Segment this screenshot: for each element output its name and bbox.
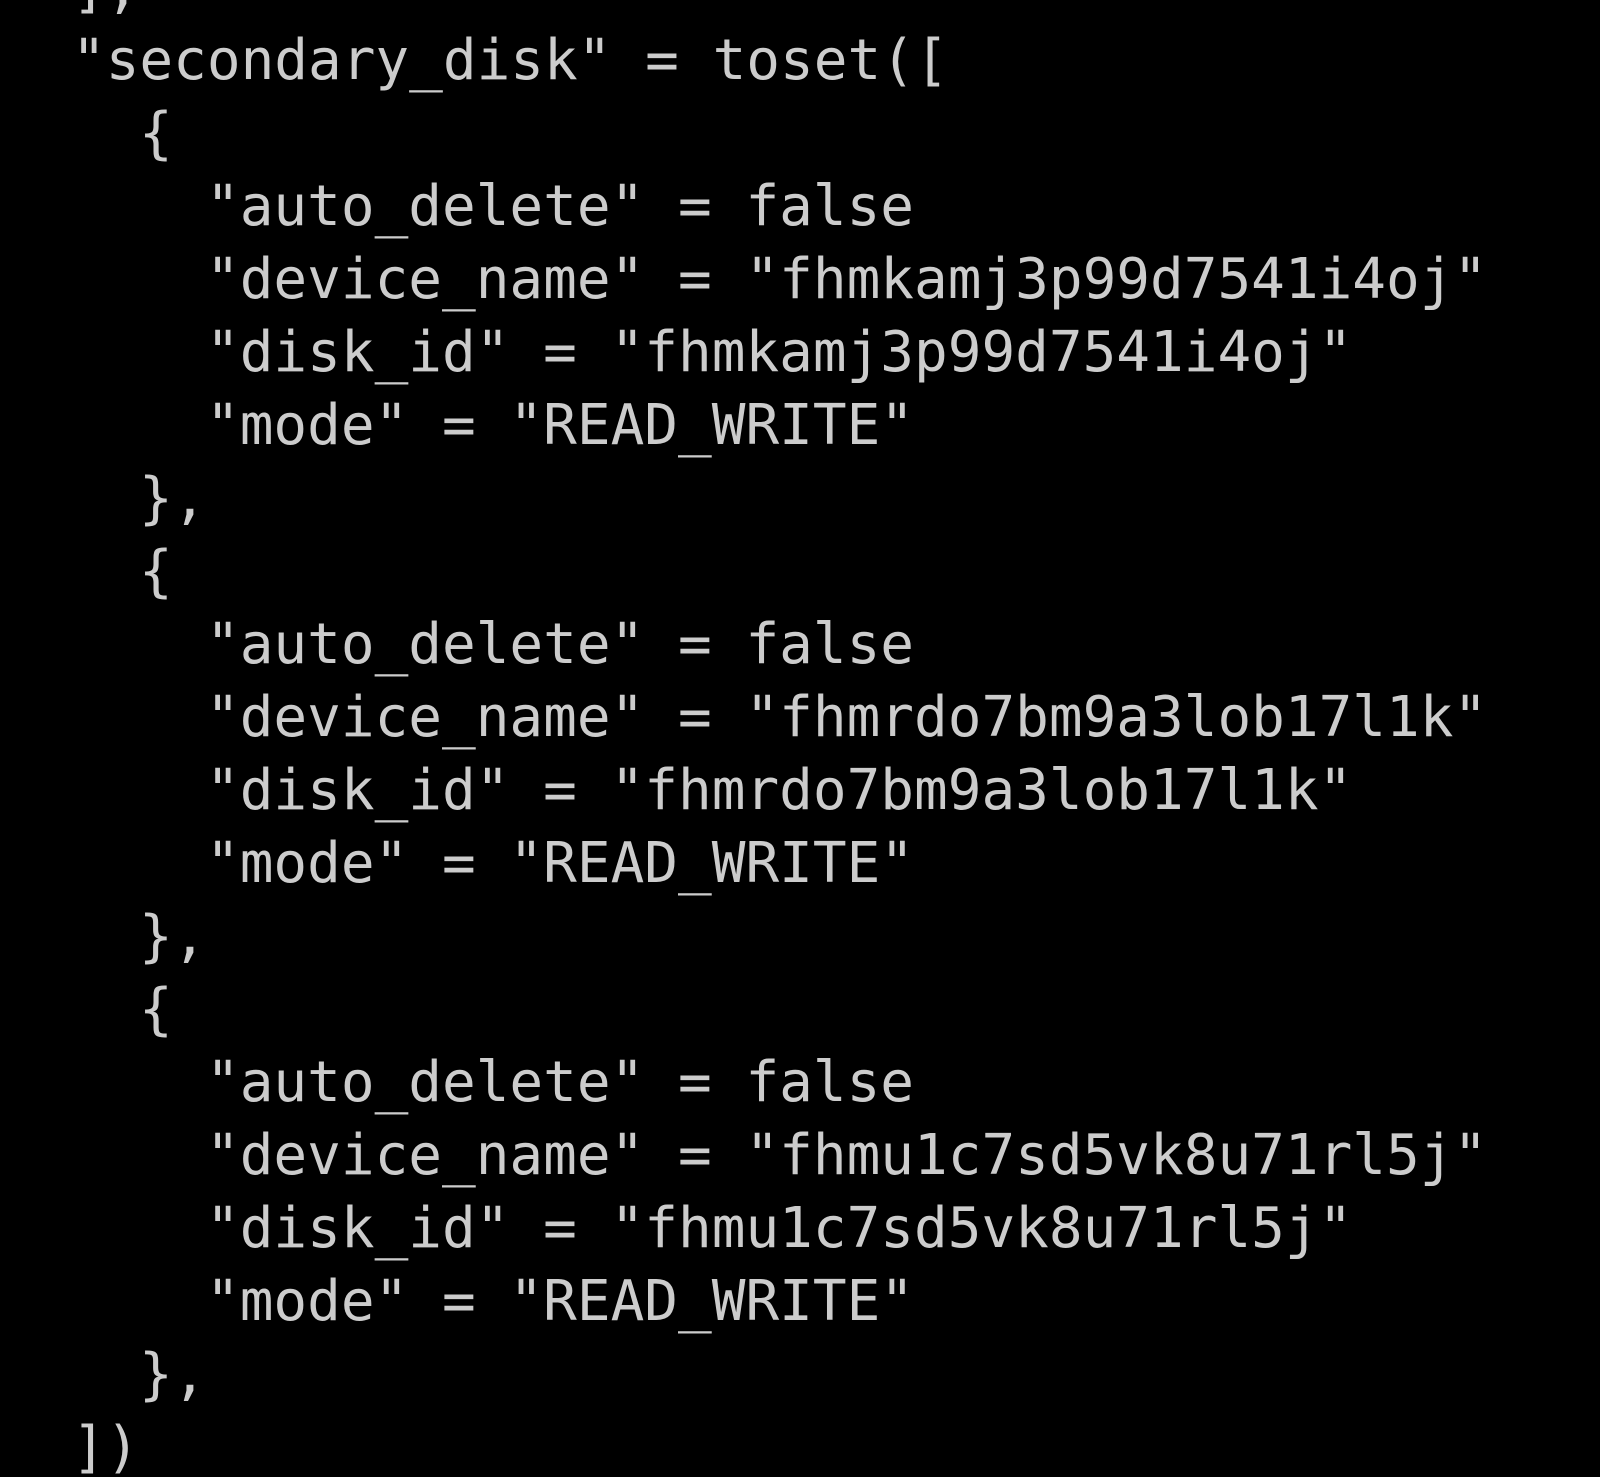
output-line-device-name: "device_name" = "fhmkamj3p99d7541i4oj" <box>206 247 1488 312</box>
output-line-device-name: "device_name" = "fhmrdo7bm9a3lob17l1k" <box>206 685 1488 750</box>
output-line-auto-delete: "auto_delete" = false <box>206 174 915 239</box>
output-line-secondary-disk: "secondary_disk" = toset([ <box>72 28 949 93</box>
output-line-close-brace: }, <box>139 466 207 531</box>
output-line-disk-id: "disk_id" = "fhmrdo7bm9a3lob17l1k" <box>206 758 1353 823</box>
output-line-open-brace: { <box>139 539 173 604</box>
output-line-mode: "mode" = "READ_WRITE" <box>206 1269 915 1334</box>
output-line-auto-delete: "auto_delete" = false <box>206 1050 915 1115</box>
output-line-open-brace: { <box>139 101 173 166</box>
output-line-device-name: "device_name" = "fhmu1c7sd5vk8u71rl5j" <box>206 1123 1488 1188</box>
output-line-disk-id: "disk_id" = "fhmkamj3p99d7541i4oj" <box>206 320 1353 385</box>
output-line-disk-id: "disk_id" = "fhmu1c7sd5vk8u71rl5j" <box>206 1196 1353 1261</box>
output-line-open-brace: { <box>139 977 173 1042</box>
terminal-window: ], "secondary_disk" = toset([ { "auto_delet… <box>0 0 1600 1477</box>
output-line-close-brace: }, <box>139 1342 207 1407</box>
output-line-mode: "mode" = "READ_WRITE" <box>206 393 915 458</box>
output-line-close-brace: }, <box>139 904 207 969</box>
output-line-auto-delete: "auto_delete" = false <box>206 612 915 677</box>
terminal-output: ], "secondary_disk" = toset([ { "auto_delet… <box>72 0 1487 1477</box>
output-line-mode: "mode" = "READ_WRITE" <box>206 831 915 896</box>
output-line-close-set: ]) <box>72 1415 140 1477</box>
output-line-prev-close: ], <box>72 0 1487 24</box>
